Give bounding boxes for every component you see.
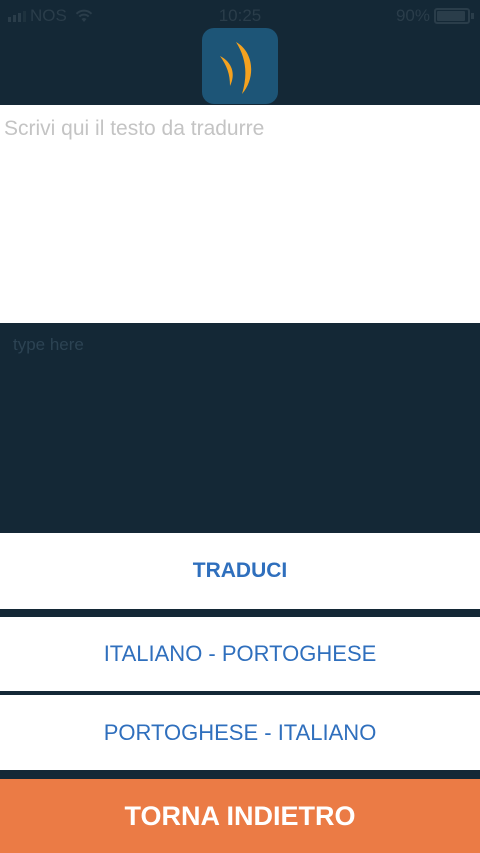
source-text-input[interactable]: [0, 105, 480, 323]
battery-icon: [434, 8, 470, 24]
status-bar: NOS 10:25 90%: [0, 0, 480, 30]
status-bar-right: 90%: [396, 6, 474, 26]
battery-percent: 90%: [395, 6, 430, 25]
back-button[interactable]: TORNA INDIETRO: [0, 779, 480, 853]
battery-tip: [471, 13, 474, 19]
logo-swoosh-icon: [220, 42, 252, 94]
battery-fill: [437, 11, 465, 21]
italian-portuguese-button[interactable]: ITALIANO - PORTOGHESE: [0, 617, 480, 691]
portuguese-italian-button[interactable]: PORTOGHESE - ITALIANO: [0, 695, 480, 770]
translation-output[interactable]: [3, 323, 477, 531]
app-logo-icon: [202, 28, 278, 104]
translate-button[interactable]: TRADUCI: [0, 533, 480, 609]
